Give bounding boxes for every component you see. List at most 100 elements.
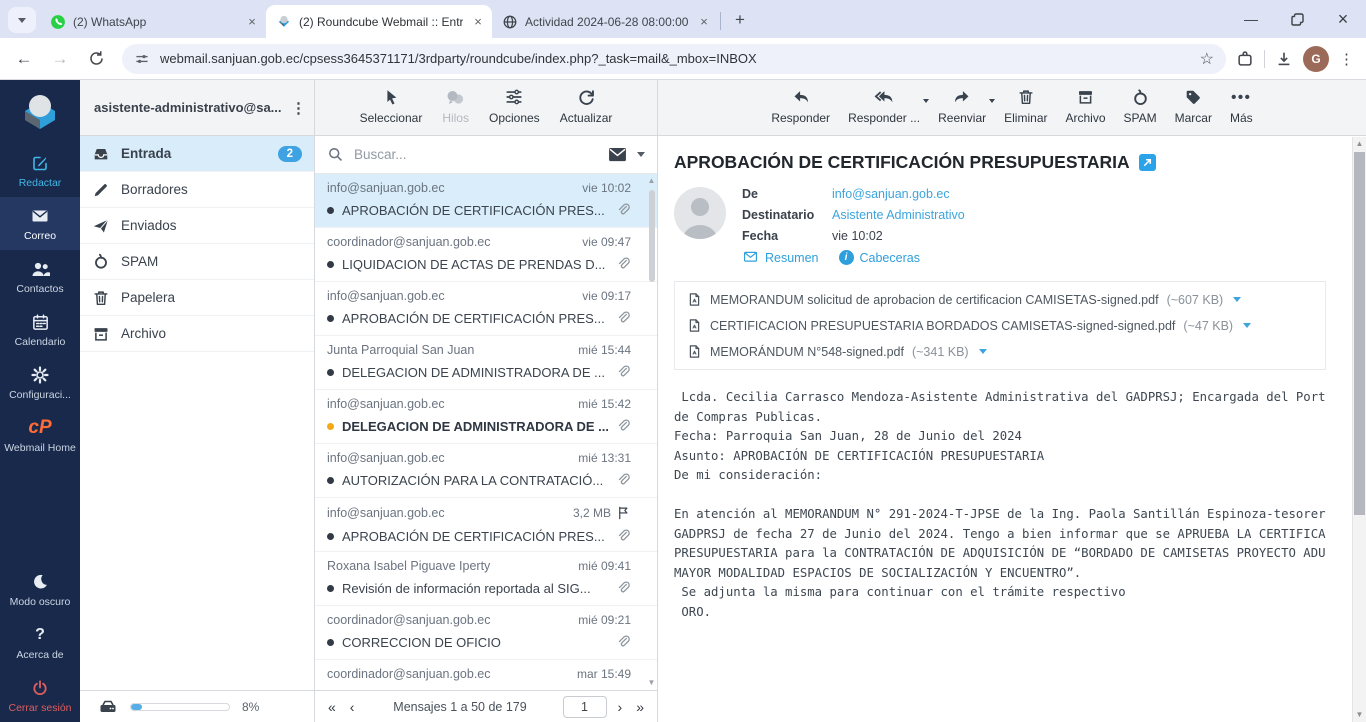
- sidebar-item-calendar[interactable]: Calendario: [0, 303, 80, 356]
- archive-icon: [1076, 87, 1095, 107]
- toolbar-button-archive[interactable]: Archivo: [1065, 87, 1105, 135]
- toolbar-button-dots[interactable]: ••• Más: [1230, 87, 1253, 135]
- forward-button[interactable]: →: [44, 43, 76, 75]
- extensions-icon[interactable]: [1236, 50, 1254, 68]
- first-page-button[interactable]: «: [325, 699, 339, 715]
- message-list-item[interactable]: info@sanjuan.gob.ec 3,2 MB APROBACIÓN DE…: [315, 498, 657, 552]
- folder-item-inbox[interactable]: Entrada 2: [80, 136, 314, 172]
- flag-icon[interactable]: [616, 505, 631, 521]
- message-list-item[interactable]: info@sanjuan.gob.ec mié 13:31 AUTORIZACI…: [315, 444, 657, 498]
- scroll-up-icon[interactable]: ▲: [647, 176, 656, 186]
- restore-button[interactable]: [1274, 0, 1320, 38]
- page-number-input[interactable]: [563, 696, 607, 718]
- attachment-item[interactable]: MEMORANDUM solicitud de aprobacion de ce…: [687, 291, 1313, 308]
- attachment-menu-caret-icon[interactable]: [979, 349, 987, 354]
- message-meta: coordinador@sanjuan.gob.ec mié 09:21: [327, 613, 631, 627]
- open-in-new-window-icon[interactable]: [1139, 154, 1156, 171]
- folder-item-archive[interactable]: Archivo: [80, 316, 314, 352]
- message-action-info[interactable]: i Cabeceras: [839, 250, 920, 265]
- pencil-icon: [92, 181, 110, 199]
- prev-page-button[interactable]: ‹: [347, 699, 358, 715]
- header-value[interactable]: info@sanjuan.gob.ec: [832, 187, 950, 201]
- tab-close-icon[interactable]: ×: [470, 14, 486, 30]
- sidebar-item-cpanel[interactable]: cP Webmail Home: [0, 409, 80, 462]
- search-options-chevron-icon[interactable]: [637, 152, 645, 157]
- minimize-button[interactable]: —: [1228, 0, 1274, 38]
- sidebar-item-people[interactable]: Contactos: [0, 250, 80, 303]
- sidebar-item-gear[interactable]: Configuraci...: [0, 356, 80, 409]
- view-scroll-thumb[interactable]: [1354, 152, 1365, 515]
- message-list-item[interactable]: Junta Parroquial San Juan mié 15:44 DELE…: [315, 336, 657, 390]
- sidebar-item-moon[interactable]: Modo oscuro: [0, 563, 80, 616]
- list-scrollbar[interactable]: ▲ ▼: [647, 176, 656, 688]
- browser-tab[interactable]: (2) WhatsApp ×: [40, 5, 266, 38]
- attachment-name[interactable]: MEMORÁNDUM N°548-signed.pdf: [710, 345, 904, 359]
- message-list-item[interactable]: coordinador@sanjuan.gob.ec vie 09:47 LIQ…: [315, 228, 657, 282]
- browser-tab[interactable]: (2) Roundcube Webmail :: Entra ×: [266, 5, 492, 38]
- browser-tab[interactable]: Actividad 2024-06-28 08:00:00 ×: [492, 5, 718, 38]
- attachment-item[interactable]: MEMORÁNDUM N°548-signed.pdf (~341 KB): [687, 343, 1313, 360]
- new-tab-button[interactable]: +: [727, 7, 753, 33]
- bookmark-star-icon[interactable]: ☆: [1200, 49, 1214, 69]
- account-menu-icon[interactable]: ⋮: [291, 99, 306, 117]
- folder-item-trash[interactable]: Papelera: [80, 280, 314, 316]
- toolbar-button-tag[interactable]: Marcar: [1175, 87, 1212, 135]
- message-list-item[interactable]: coordinador@sanjuan.gob.ec mié 09:21 COR…: [315, 606, 657, 660]
- tab-search-button[interactable]: [8, 7, 36, 33]
- message-list-item[interactable]: info@sanjuan.gob.ec vie 09:17 APROBACIÓN…: [315, 282, 657, 336]
- toolbar-button-reply[interactable]: Responder: [771, 87, 830, 135]
- attachment-name[interactable]: CERTIFICACION PRESUPUESTARIA BORDADOS CA…: [710, 319, 1175, 333]
- download-icon[interactable]: [1275, 50, 1293, 68]
- folder-item-pencil[interactable]: Borradores: [80, 172, 314, 208]
- tab-close-icon[interactable]: ×: [696, 14, 712, 30]
- view-scrollbar[interactable]: ▲ ▼: [1352, 137, 1366, 722]
- last-page-button[interactable]: »: [633, 699, 647, 715]
- search-input[interactable]: [354, 147, 598, 162]
- address-bar[interactable]: webmail.sanjuan.gob.ec/cpsess3645371171/…: [122, 44, 1226, 74]
- toolbar-button-forwardmsg[interactable]: Reenviar: [938, 87, 986, 135]
- profile-avatar[interactable]: G: [1303, 46, 1329, 72]
- sidebar-item-power[interactable]: Cerrar sesión: [0, 669, 80, 722]
- attachment-menu-caret-icon[interactable]: [1233, 297, 1241, 302]
- sidebar-item-question[interactable]: ? Acerca de: [0, 616, 80, 669]
- header-value[interactable]: Asistente Administrativo: [832, 208, 965, 222]
- sidebar-item-envelope[interactable]: Correo: [0, 197, 80, 250]
- dropdown-caret-icon[interactable]: [923, 99, 929, 103]
- next-page-button[interactable]: ›: [615, 699, 626, 715]
- scroll-down-icon[interactable]: ▼: [1353, 708, 1366, 722]
- sidebar-item-label: Redactar: [19, 177, 62, 189]
- toolbar-button-replyall[interactable]: Responder ...: [848, 87, 920, 135]
- search-scope-envelope-icon[interactable]: [608, 147, 627, 162]
- message-list-item[interactable]: info@sanjuan.gob.ec vie 10:02 APROBACIÓN…: [315, 174, 657, 228]
- dropdown-caret-icon[interactable]: [989, 99, 995, 103]
- paperclip-icon: [616, 364, 631, 380]
- tab-close-icon[interactable]: ×: [244, 14, 260, 30]
- message-list-item[interactable]: info@sanjuan.gob.ec mié 15:42 DELEGACION…: [315, 390, 657, 444]
- window-controls: — ×: [1228, 0, 1366, 38]
- toolbar-button-fire[interactable]: SPAM: [1124, 87, 1157, 135]
- reload-button[interactable]: [80, 43, 112, 75]
- message-list-item[interactable]: coordinador@sanjuan.gob.ec mar 15:49: [315, 660, 657, 690]
- browser-menu-icon[interactable]: ⋮: [1339, 50, 1354, 68]
- attachment-menu-caret-icon[interactable]: [1243, 323, 1251, 328]
- toolbar-button-refresh[interactable]: Actualizar: [560, 87, 613, 135]
- toolbar-button-bubbles[interactable]: Hilos: [442, 87, 469, 135]
- moon-icon: [32, 571, 49, 593]
- url-text[interactable]: webmail.sanjuan.gob.ec/cpsess3645371171/…: [160, 51, 1190, 66]
- list-scroll-thumb[interactable]: [649, 190, 655, 282]
- toolbar-button-trash[interactable]: Eliminar: [1004, 87, 1047, 135]
- message-action-envelope-outline[interactable]: Resumen: [742, 251, 819, 265]
- close-button[interactable]: ×: [1320, 0, 1366, 38]
- attachment-name[interactable]: MEMORANDUM solicitud de aprobacion de ce…: [710, 293, 1159, 307]
- folder-item-plane[interactable]: Enviados: [80, 208, 314, 244]
- scroll-up-icon[interactable]: ▲: [1353, 137, 1366, 151]
- unread-dot-icon: [327, 533, 334, 540]
- message-list-item[interactable]: Roxana Isabel Piguave Iperty mié 09:41 R…: [315, 552, 657, 606]
- toolbar-button-sliders[interactable]: Opciones: [489, 87, 540, 135]
- sidebar-item-compose[interactable]: Redactar: [0, 144, 80, 197]
- toolbar-button-cursor[interactable]: Seleccionar: [360, 87, 423, 135]
- folder-item-fire[interactable]: SPAM: [80, 244, 314, 280]
- scroll-down-icon[interactable]: ▼: [647, 678, 656, 688]
- attachment-item[interactable]: CERTIFICACION PRESUPUESTARIA BORDADOS CA…: [687, 317, 1313, 334]
- back-button[interactable]: ←: [8, 43, 40, 75]
